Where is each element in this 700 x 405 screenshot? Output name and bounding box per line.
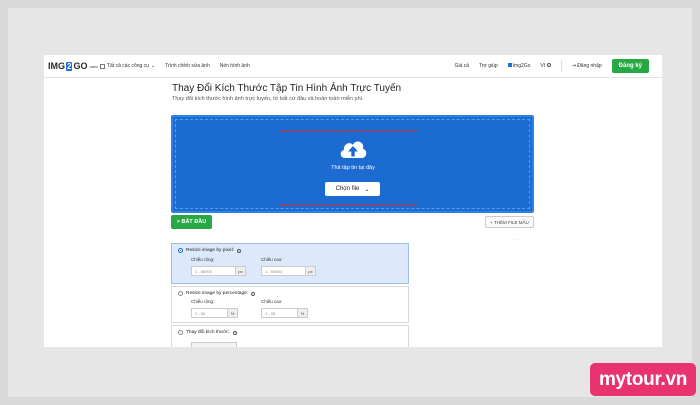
add-sample-file-button[interactable]: + THÊM FILE MẪU xyxy=(485,216,534,228)
img2go-logo[interactable]: IMG 2 GO .com xyxy=(48,60,98,73)
grid-icon xyxy=(100,63,105,69)
size-select[interactable] xyxy=(191,342,237,347)
mytour-watermark: mytour.vn xyxy=(590,363,696,396)
pixel-width-label: Chiều rộng: xyxy=(191,257,215,262)
info-icon[interactable] xyxy=(237,248,241,253)
percentage-height-label: Chiều cao: xyxy=(261,299,283,304)
change-size-option[interactable]: Thay đổi kích thước: xyxy=(171,325,409,347)
login-icon: ⇥ xyxy=(571,63,576,69)
percentage-width-input[interactable]: 1 - 90 % xyxy=(191,308,238,318)
chevron-down-icon: ⌄ xyxy=(364,186,370,193)
resize-by-pixel-option[interactable]: Resize image by pixel: Chiều rộng: Chiều… xyxy=(171,243,409,284)
percentage-radio[interactable] xyxy=(178,291,183,296)
size-radio[interactable] xyxy=(178,330,183,335)
start-button[interactable]: > BẮT ĐẦU xyxy=(171,215,212,229)
pixel-height-input[interactable]: 1 - 65000 px xyxy=(261,266,316,276)
percentage-width-label: Chiều rộng: xyxy=(191,299,215,304)
drop-instruction: Thả tập tin tại đây xyxy=(331,165,375,171)
chevron-down-icon: ⌄ xyxy=(150,63,156,69)
pricing-link[interactable]: Giá cả xyxy=(455,63,469,69)
percentage-height-input[interactable]: 1 - 90 % xyxy=(261,308,308,318)
info-icon[interactable] xyxy=(251,291,256,296)
page-subtitle: Thay đổi kích thước hình ảnh trực tuyến,… xyxy=(172,96,364,102)
language-selector[interactable]: VI xyxy=(540,63,551,69)
globe-icon xyxy=(546,63,551,67)
resize-by-percentage-option[interactable]: Resize image by percentage: Chiều rộng: … xyxy=(171,286,409,323)
app-link[interactable]: Img2Go xyxy=(507,63,530,69)
login-link[interactable]: ⇥ Đăng nhập xyxy=(572,63,602,69)
top-nav: IMG 2 GO .com Tất cả các công cụ ⌄ Trình ch… xyxy=(44,55,662,78)
pixel-height-label: Chiều cao: xyxy=(261,257,283,262)
browser-page: IMG 2 GO .com Tất cả các công cụ ⌄ Trình ch… xyxy=(44,55,662,347)
app-icon xyxy=(507,63,512,67)
choose-file-button[interactable]: Chọn file ⌄ xyxy=(325,182,380,196)
fine-print: · · · xyxy=(514,238,520,242)
compress-image-link[interactable]: Nén hình ảnh xyxy=(220,63,250,69)
pixel-radio[interactable] xyxy=(178,248,183,253)
nav-divider xyxy=(560,60,562,72)
page-title: Thay Đổi Kích Thước Tập Tin Hình Ảnh Trự… xyxy=(172,83,402,94)
help-link[interactable]: Trợ giúp xyxy=(479,63,498,69)
all-tools-menu[interactable]: Tất cả các công cụ ⌄ xyxy=(100,63,155,69)
info-icon[interactable] xyxy=(232,330,237,335)
pixel-width-input[interactable]: 1 - 65000 px xyxy=(191,266,246,276)
signup-button[interactable]: Đăng ký xyxy=(611,59,649,73)
photo-editor-link[interactable]: Trình chỉnh sửa ảnh xyxy=(165,63,210,69)
upload-cloud-icon xyxy=(340,141,367,158)
